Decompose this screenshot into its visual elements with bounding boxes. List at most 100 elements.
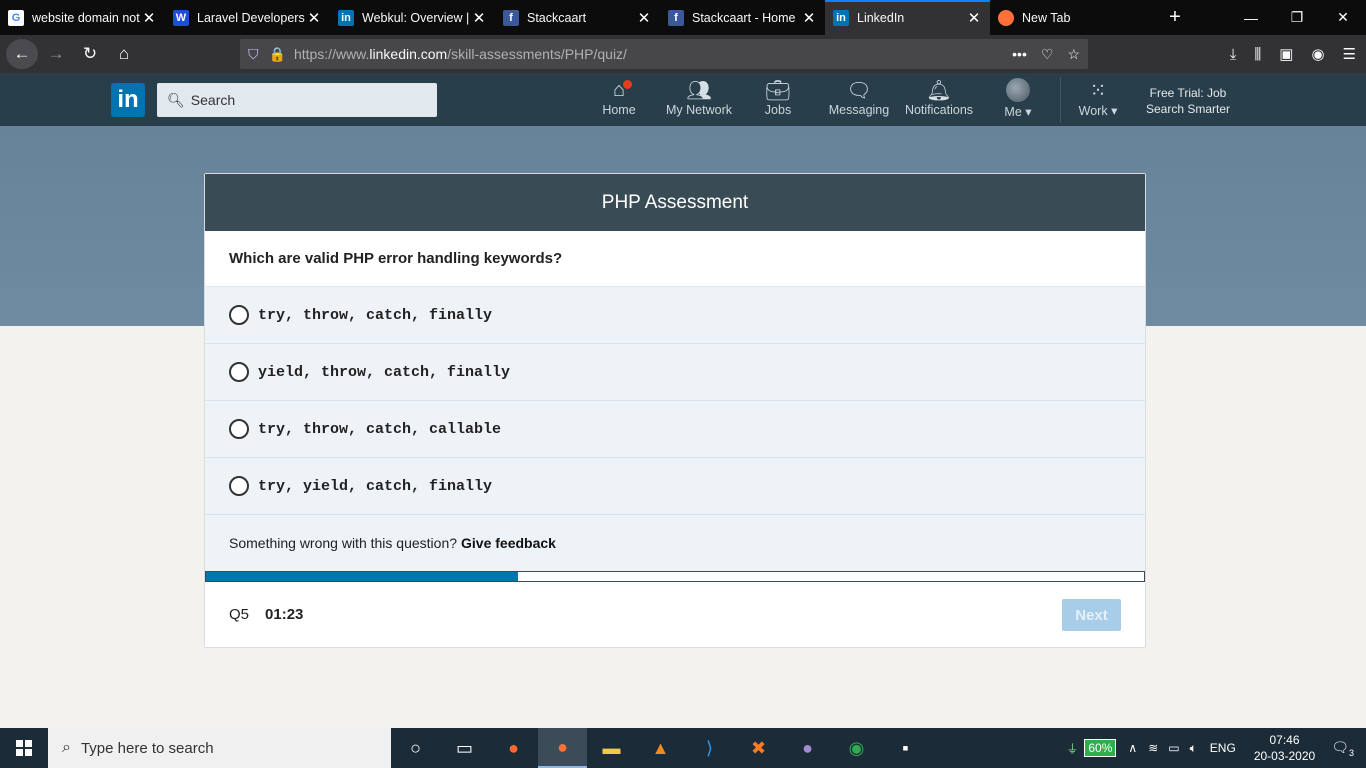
- back-icon[interactable]: ←: [6, 39, 38, 69]
- xampp-icon[interactable]: ✖: [734, 728, 783, 768]
- radio-button[interactable]: [229, 362, 249, 382]
- downloads-icon[interactable]: ⤓: [1230, 46, 1237, 63]
- browser-tab[interactable]: f Stackcaart - Home ✕: [660, 0, 825, 35]
- linkedin-logo[interactable]: in: [111, 83, 145, 117]
- browser-tab[interactable]: W Laravel Developers ✕: [165, 0, 330, 35]
- account-icon[interactable]: ◉: [1311, 45, 1324, 63]
- facebook-icon: f: [503, 9, 519, 26]
- new-tab-button[interactable]: +: [1155, 0, 1195, 35]
- firefox-icon[interactable]: ●: [538, 728, 587, 768]
- answer-option[interactable]: yield, throw, catch, finally: [205, 344, 1145, 401]
- browser-tab-active[interactable]: in LinkedIn ✕: [825, 0, 990, 35]
- home-icon[interactable]: ⌂: [108, 39, 140, 69]
- cortana-icon[interactable]: ○: [391, 728, 440, 768]
- assessment-card: PHP Assessment Which are valid PHP error…: [204, 173, 1146, 648]
- windows-start-icon[interactable]: [0, 728, 48, 768]
- search-icon: ⌕: [62, 739, 71, 756]
- briefcase-icon: 💼︎: [765, 79, 791, 102]
- brave-icon[interactable]: ●: [489, 728, 538, 768]
- tab-title: Laravel Developers: [197, 10, 305, 25]
- library-icon[interactable]: ⫼: [1254, 46, 1261, 63]
- vlc-icon[interactable]: ▲: [636, 728, 685, 768]
- battery-icon[interactable]: ▭: [1168, 741, 1179, 755]
- pocket-icon[interactable]: ♡: [1041, 46, 1054, 63]
- tab-title: Webkul: Overview |: [362, 10, 470, 25]
- browser-tab[interactable]: f Stackcaart ✕: [495, 0, 660, 35]
- restore-icon[interactable]: ❐: [1274, 0, 1320, 35]
- search-input[interactable]: 🔍︎ Search: [157, 83, 437, 117]
- wifi-icon[interactable]: ≋: [1148, 741, 1158, 755]
- browser-tab[interactable]: G website domain not ✕: [0, 0, 165, 35]
- give-feedback-link[interactable]: Give feedback: [461, 535, 556, 551]
- shield-icon[interactable]: ⛉: [248, 46, 259, 63]
- home-icon: ⌂: [613, 77, 634, 103]
- page-actions-icon[interactable]: •••: [1012, 46, 1027, 63]
- timer: 01:23: [265, 606, 304, 623]
- feedback-text: Something wrong with this question?: [229, 535, 458, 551]
- minimize-icon[interactable]: —: [1228, 0, 1274, 35]
- nav-work-label: Work: [1078, 104, 1108, 118]
- close-tab-icon[interactable]: ✕: [966, 9, 982, 27]
- nav-work[interactable]: ⁙ Work ▾: [1073, 77, 1123, 123]
- search-placeholder: Search: [190, 92, 236, 108]
- address-bar[interactable]: ⛉ 🔒 https://www. linkedin.com/skill-asses…: [240, 39, 1088, 69]
- chat-icon: 🗨︎: [846, 79, 872, 102]
- taskbar-search-input[interactable]: ⌕ Type here to search: [48, 728, 391, 768]
- sidebar-icon[interactable]: ▣: [1279, 45, 1293, 63]
- assessment-title: PHP Assessment: [205, 174, 1145, 231]
- tab-title: New Tab: [1022, 10, 1071, 25]
- window-controls: — ❐ ✕: [1228, 0, 1366, 35]
- close-tab-icon[interactable]: ✕: [141, 9, 157, 27]
- browser-tab[interactable]: in Webkul: Overview | ✕: [330, 0, 495, 35]
- clock-time: 07:46: [1269, 733, 1300, 747]
- browser-toolbar: ← → ↻ ⌂ ⛉ 🔒 https://www. linkedin.com/ski…: [0, 35, 1366, 73]
- nav-jobs[interactable]: 💼︎ Jobs: [762, 77, 794, 123]
- radio-button[interactable]: [229, 419, 249, 439]
- close-tab-icon[interactable]: ✕: [471, 9, 487, 27]
- menu-icon[interactable]: ☰: [1343, 45, 1356, 63]
- option-label: try, yield, catch, finally: [258, 477, 493, 495]
- volume-icon[interactable]: 🔈︎: [1190, 741, 1197, 756]
- option-label: yield, throw, catch, finally: [258, 363, 511, 381]
- close-window-icon[interactable]: ✕: [1320, 0, 1366, 35]
- browser-tab[interactable]: New Tab: [990, 0, 1155, 35]
- nav-notifications[interactable]: 🔔︎ Notifications: [903, 77, 975, 123]
- github-icon[interactable]: ●: [783, 728, 832, 768]
- radio-button[interactable]: [229, 476, 249, 496]
- close-tab-icon[interactable]: ✕: [636, 9, 652, 27]
- answer-option[interactable]: try, throw, catch, finally: [205, 287, 1145, 344]
- google-icon: G: [8, 9, 24, 26]
- vscode-icon[interactable]: ⟩: [685, 728, 734, 768]
- clock[interactable]: 07:46 20-03-2020: [1254, 732, 1315, 764]
- browser-tab-bar: G website domain not ✕ W Laravel Develop…: [0, 0, 1366, 35]
- search-icon: 🔍︎: [167, 91, 185, 108]
- task-view-icon[interactable]: ▭: [440, 728, 489, 768]
- nav-my-network[interactable]: 👥︎ My Network: [664, 77, 734, 123]
- forward-icon[interactable]: →: [40, 39, 72, 69]
- answer-option[interactable]: try, throw, catch, callable: [205, 401, 1145, 458]
- reload-icon[interactable]: ↻: [74, 39, 106, 69]
- answer-option[interactable]: try, yield, catch, finally: [205, 458, 1145, 515]
- close-tab-icon[interactable]: ✕: [801, 9, 817, 27]
- close-tab-icon[interactable]: ✕: [306, 9, 322, 27]
- free-trial-link[interactable]: Free Trial: Job Search Smarter: [1140, 85, 1236, 117]
- chrome-icon[interactable]: ◉: [832, 728, 881, 768]
- terminal-icon[interactable]: ▪: [881, 728, 930, 768]
- language-indicator[interactable]: ENG: [1210, 741, 1236, 755]
- plug-icon: ⏚: [1066, 741, 1079, 756]
- nav-network-label: My Network: [666, 103, 732, 117]
- option-label: try, throw, catch, callable: [258, 420, 502, 438]
- nav-messaging[interactable]: 🗨︎ Messaging: [828, 77, 890, 123]
- url-prefix: https://www.: [293, 46, 370, 62]
- progress-fill: [206, 572, 519, 581]
- chevron-up-icon[interactable]: ∧: [1128, 741, 1137, 755]
- action-center-icon[interactable]: 🗨︎3: [1331, 739, 1354, 758]
- notification-count: 3: [1348, 747, 1354, 758]
- file-explorer-icon[interactable]: ▬: [587, 728, 636, 768]
- nav-home[interactable]: ⌂ Home: [600, 77, 638, 123]
- bookmark-star-icon[interactable]: ☆: [1067, 46, 1080, 63]
- next-button[interactable]: Next: [1062, 599, 1121, 631]
- battery-indicator[interactable]: 60%: [1084, 739, 1117, 757]
- nav-me[interactable]: Me ▾: [998, 77, 1038, 123]
- radio-button[interactable]: [229, 305, 249, 325]
